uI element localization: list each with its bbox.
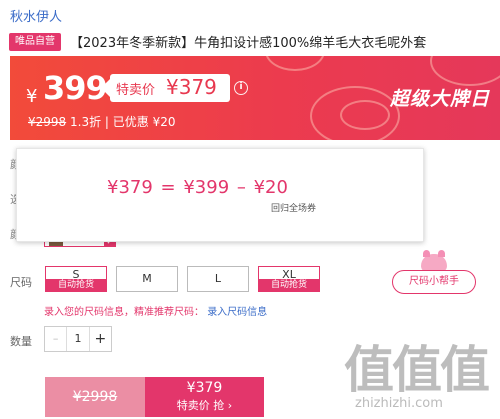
discount-line: ¥2998 1.3折 | 已优惠 ¥20 — [28, 113, 176, 130]
size-label-l: L — [214, 272, 222, 285]
buy-price: ¥379 — [186, 380, 223, 396]
sale-price-tag: 特卖价 ¥379 — [101, 74, 230, 102]
watermark-logo: 值值值 — [344, 341, 490, 399]
decrease-button[interactable]: – — [45, 327, 68, 351]
buy-label: 特卖价 抢 › — [176, 399, 233, 412]
size-label-m: M — [142, 272, 152, 285]
watermark-url: zhizhizhi.com — [355, 396, 443, 411]
buy-original-price[interactable]: ¥2998 — [45, 377, 145, 417]
sale-price-value: ¥379 — [166, 75, 217, 99]
size-option-s[interactable]: S 自动抢货 — [45, 266, 107, 292]
size-helper-button[interactable]: 尺码小帮手 — [392, 270, 476, 294]
size-option-l[interactable]: L — [187, 266, 249, 292]
quantity-stepper: – 1 + — [44, 326, 112, 352]
price-before-discount: 399 — [43, 69, 108, 107]
size-reco-text: 录入您的尺码信息，精准推荐尺码： — [44, 307, 204, 318]
quantity-value[interactable]: 1 — [67, 327, 88, 351]
currency-symbol: ¥ — [26, 86, 38, 107]
coupon-note: 回归全场券 — [271, 204, 317, 214]
product-title: 【2023年冬季新款】牛角扣设计感100%绵羊毛大衣毛呢外套 — [70, 36, 427, 51]
brand-link[interactable]: 秋水伊人 — [10, 6, 62, 25]
info-icon[interactable]: i — [234, 81, 248, 95]
enter-size-link[interactable]: 录入尺码信息 — [207, 307, 267, 318]
size-recommendation: 录入您的尺码信息，精准推荐尺码： 录入尺码信息 — [44, 303, 267, 318]
price-banner: ¥ 399 特卖价 ¥379 i ¥2998 1.3折 | 已优惠 ¥20 超级… — [10, 56, 500, 140]
size-option-m[interactable]: M — [116, 266, 178, 292]
price-breakdown-popup: ¥379 = ¥399 – ¥20 回归全场券 — [16, 148, 424, 242]
quantity-label: 数量 — [10, 335, 32, 348]
size-option-xl[interactable]: XL 自动抢货 — [258, 266, 320, 292]
self-operated-badge: 唯品自营 — [9, 33, 61, 51]
price-formula: ¥379 = ¥399 – ¥20 — [107, 177, 288, 198]
increase-button[interactable]: + — [88, 327, 111, 351]
buy-now-button[interactable]: ¥379 特卖价 抢 › — [145, 377, 264, 417]
sale-price-label: 特卖价 — [116, 83, 156, 98]
discount-text: 1.3折 | 已优惠 ¥20 — [70, 115, 176, 129]
event-title: 超级大牌日 — [389, 88, 490, 110]
original-price: ¥2998 — [28, 115, 67, 129]
auto-grab-badge: 自动抢货 — [46, 279, 106, 291]
size-label: 尺码 — [10, 276, 32, 289]
auto-grab-badge: 自动抢货 — [259, 279, 319, 291]
buy-bar: ¥2998 ¥379 特卖价 抢 › — [45, 377, 264, 417]
